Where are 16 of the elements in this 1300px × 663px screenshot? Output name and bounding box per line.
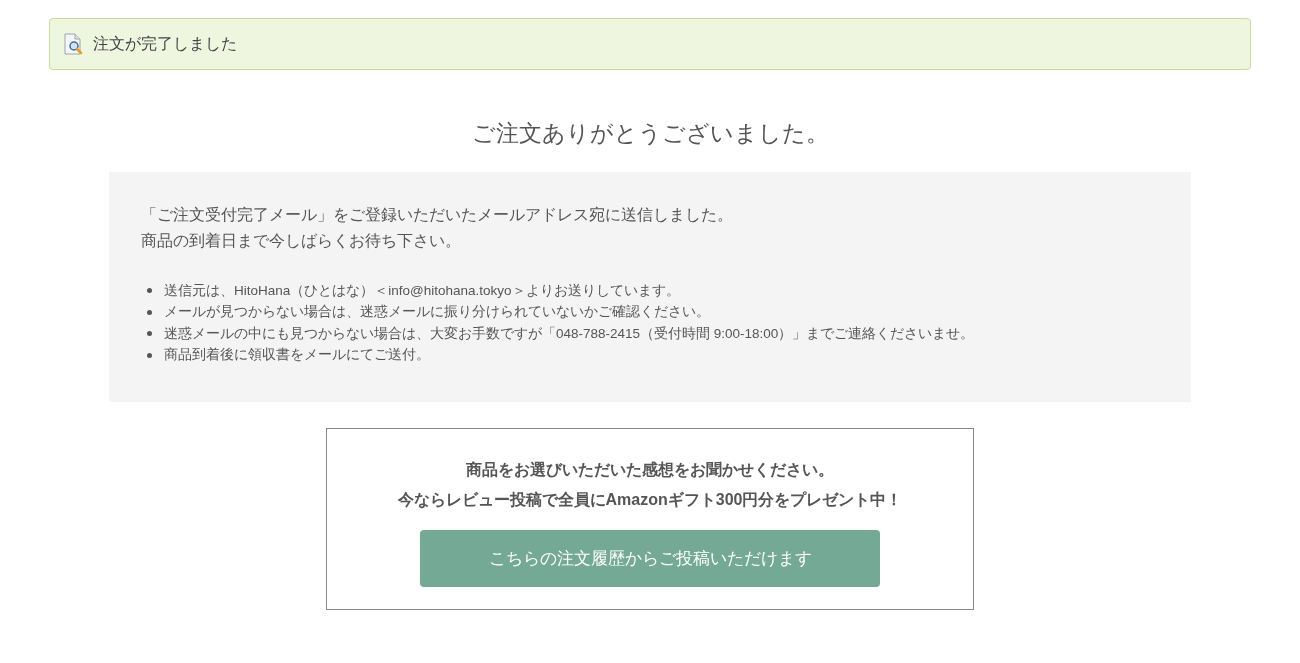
- review-text: 今ならレビュー投稿で全員にAmazonギフト300円分をプレゼント中！: [397, 490, 903, 511]
- notice-item: 送信元は、HitoHana（ひとはな）＜info@hitohana.tokyo＞よりお送りしています。: [164, 281, 680, 300]
- page-heading: ご注文ありがとうございました。: [471, 119, 829, 148]
- alert-message: 注文が完了しました: [93, 33, 237, 54]
- notice-item: 迷惑メールの中にも見つからない場合は、大変お手数ですが「048-788-2415（受付時間 9:00-18:00）」までご連絡くださいませ。: [164, 324, 975, 343]
- notice-text: 商品の到着日まで今しばらくお待ち下さい。: [141, 231, 462, 251]
- order-history-button[interactable]: こちらの注文履歴からご投稿いただけます: [420, 530, 880, 587]
- bullet-icon: [147, 352, 152, 358]
- notice-item: 商品到着後に領収書をメールにてご送付。: [164, 346, 430, 365]
- review-text: 商品をお選びいただいた感想をお聞かせください。: [466, 460, 834, 480]
- notice-item: メールが見つからない場合は、迷惑メールに振り分けられていないかご確認ください。: [164, 303, 710, 322]
- bullet-icon: [147, 309, 152, 315]
- bullet-icon: [147, 331, 152, 337]
- document-search-icon: [63, 33, 83, 55]
- bullet-icon: [147, 288, 152, 294]
- notice-text: 「ご注文受付完了メール」をご登録いただいたメールアドレス宛に送信しました。: [141, 205, 734, 225]
